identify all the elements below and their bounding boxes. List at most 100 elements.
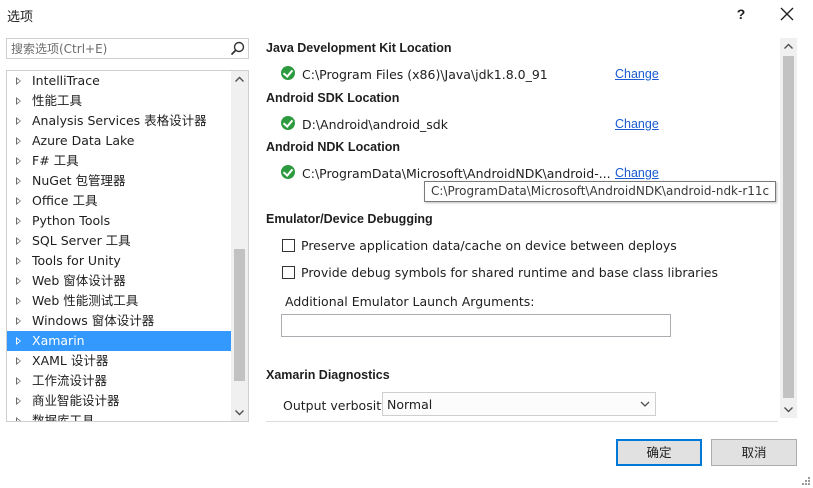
tree-item-label: Xamarin — [32, 333, 85, 348]
tree-item-label: Web 性能测试工具 — [32, 293, 139, 308]
verbosity-select[interactable]: Normal — [382, 392, 656, 416]
title-bar: 选项 ? — [0, 0, 813, 30]
check-icon — [281, 165, 295, 179]
tree-item-label: Azure Data Lake — [32, 133, 135, 148]
tree-item-label: NuGet 包管理器 — [32, 173, 126, 188]
tree-item-xaml-designer[interactable]: XAML 设计器 — [7, 351, 231, 371]
tree-item-label: XAML 设计器 — [32, 353, 109, 368]
tree-item-label: 商业智能设计器 — [32, 393, 120, 408]
scroll-thumb[interactable] — [783, 56, 794, 398]
scroll-up-button[interactable] — [780, 38, 797, 55]
close-icon — [780, 7, 794, 21]
chevron-up-icon — [235, 76, 244, 82]
preserve-data-checkbox[interactable] — [282, 239, 295, 252]
search-input[interactable] — [7, 39, 227, 58]
expand-arrow-icon[interactable] — [16, 257, 21, 265]
tree-item-label: 工作流设计器 — [32, 373, 108, 388]
ndk-path-tooltip: C:\ProgramData\Microsoft\AndroidNDK\andr… — [424, 181, 777, 202]
tree-item-label: 数据库工具 — [32, 413, 95, 422]
tree-item-office-tools[interactable]: Office 工具 — [7, 191, 231, 211]
expand-arrow-icon[interactable] — [16, 197, 21, 205]
expand-arrow-icon[interactable] — [16, 217, 21, 225]
chevron-up-icon — [784, 43, 793, 49]
tree-item-label: Web 窗体设计器 — [32, 273, 126, 288]
expand-arrow-icon[interactable] — [16, 297, 21, 305]
ok-button[interactable]: 确定 — [616, 439, 702, 466]
expand-arrow-icon[interactable] — [16, 277, 21, 285]
emulator-heading: Emulator/Device Debugging — [266, 212, 433, 226]
panel-scrollbar[interactable] — [780, 38, 797, 418]
expand-arrow-icon[interactable] — [16, 77, 21, 85]
debug-symbols-label[interactable]: Provide debug symbols for shared runtime… — [301, 265, 718, 280]
options-tree: IntelliTrace 性能工具 Analysis Services 表格设计… — [6, 70, 249, 422]
expand-arrow-icon[interactable] — [16, 157, 21, 165]
tree-item-xamarin[interactable]: Xamarin — [7, 331, 231, 351]
tree-item-database-tools[interactable]: 数据库工具 — [7, 411, 231, 422]
tree-item-label: Python Tools — [32, 213, 111, 228]
android-sdk-path: D:\Android\android_sdk — [302, 117, 448, 132]
chevron-down-icon — [640, 401, 650, 407]
android-sdk-change-link[interactable]: Change — [615, 117, 659, 131]
chevron-down-icon — [235, 410, 244, 416]
preserve-data-label[interactable]: Preserve application data/cache on devic… — [301, 238, 677, 253]
tree-scrollbar[interactable] — [231, 71, 248, 421]
android-ndk-change-link[interactable]: Change — [615, 166, 659, 180]
resize-grip-icon[interactable] — [801, 476, 811, 486]
expand-arrow-icon[interactable] — [16, 417, 21, 421]
tree-item-web-perf-test[interactable]: Web 性能测试工具 — [7, 291, 231, 311]
emulator-args-label: Additional Emulator Launch Arguments: — [285, 294, 535, 309]
chevron-down-icon — [784, 407, 793, 413]
expand-arrow-icon[interactable] — [16, 377, 21, 385]
tree-item-label: SQL Server 工具 — [32, 233, 131, 248]
tree-item-web-forms-designer[interactable]: Web 窗体设计器 — [7, 271, 231, 291]
tree-item-label: Office 工具 — [32, 193, 98, 208]
android-ndk-path: C:\ProgramData\Microsoft\AndroidNDK\andr… — [302, 166, 611, 181]
tree-item-label: Analysis Services 表格设计器 — [32, 113, 207, 128]
xamarin-android-settings: Java Development Kit Location C:\Program… — [257, 36, 797, 422]
scroll-down-button[interactable] — [231, 404, 248, 421]
tree-item-python-tools[interactable]: Python Tools — [7, 211, 231, 231]
expand-arrow-icon[interactable] — [16, 237, 21, 245]
debug-symbols-checkbox[interactable] — [282, 266, 295, 279]
java-jdk-path: C:\Program Files (x86)\Java\jdk1.8.0_91 — [302, 67, 548, 82]
java-change-link[interactable]: Change — [615, 67, 659, 81]
expand-arrow-icon[interactable] — [16, 357, 21, 365]
tree-item-windows-forms-designer[interactable]: Windows 窗体设计器 — [7, 311, 231, 331]
tree-item-workflow-designer[interactable]: 工作流设计器 — [7, 371, 231, 391]
tree-item-azure-data-lake[interactable]: Azure Data Lake — [7, 131, 231, 151]
expand-arrow-icon[interactable] — [16, 177, 21, 185]
expand-arrow-icon[interactable] — [16, 97, 21, 105]
cancel-button[interactable]: 取消 — [711, 439, 797, 466]
android-ndk-heading: Android NDK Location — [266, 140, 401, 154]
tree-item-label: Windows 窗体设计器 — [32, 313, 155, 328]
verbosity-value: Normal — [387, 397, 433, 412]
close-button[interactable] — [772, 3, 802, 25]
search-icon[interactable] — [230, 41, 245, 56]
scroll-down-button[interactable] — [780, 401, 797, 418]
expand-arrow-icon[interactable] — [16, 117, 21, 125]
expand-arrow-icon[interactable] — [16, 137, 21, 145]
tree-item-sql-server-tools[interactable]: SQL Server 工具 — [7, 231, 231, 251]
scroll-thumb[interactable] — [234, 249, 245, 381]
expand-arrow-icon[interactable] — [16, 337, 21, 345]
java-jdk-heading: Java Development Kit Location — [266, 41, 452, 55]
scroll-up-button[interactable] — [231, 71, 248, 88]
emulator-args-field[interactable] — [281, 314, 671, 337]
diagnostics-heading: Xamarin Diagnostics — [266, 368, 390, 382]
tree-item-performance-tools[interactable]: 性能工具 — [7, 91, 231, 111]
expand-arrow-icon[interactable] — [16, 397, 21, 405]
tree-item-bi-designer[interactable]: 商业智能设计器 — [7, 391, 231, 411]
help-button[interactable]: ? — [728, 3, 754, 25]
tree-item-intellitrace[interactable]: IntelliTrace — [7, 71, 231, 91]
tree-item-tools-for-unity[interactable]: Tools for Unity — [7, 251, 231, 271]
tree-item-fsharp-tools[interactable]: F# 工具 — [7, 151, 231, 171]
tree-item-label: F# 工具 — [32, 153, 79, 168]
verbosity-label: Output verbosity: — [283, 398, 392, 413]
window-title: 选项 — [7, 10, 34, 25]
tree-item-label: 性能工具 — [32, 93, 83, 108]
expand-arrow-icon[interactable] — [16, 317, 21, 325]
tree-item-analysis-services[interactable]: Analysis Services 表格设计器 — [7, 111, 231, 131]
android-sdk-heading: Android SDK Location — [266, 91, 400, 105]
tree-item-nuget[interactable]: NuGet 包管理器 — [7, 171, 231, 191]
options-search — [6, 38, 249, 59]
